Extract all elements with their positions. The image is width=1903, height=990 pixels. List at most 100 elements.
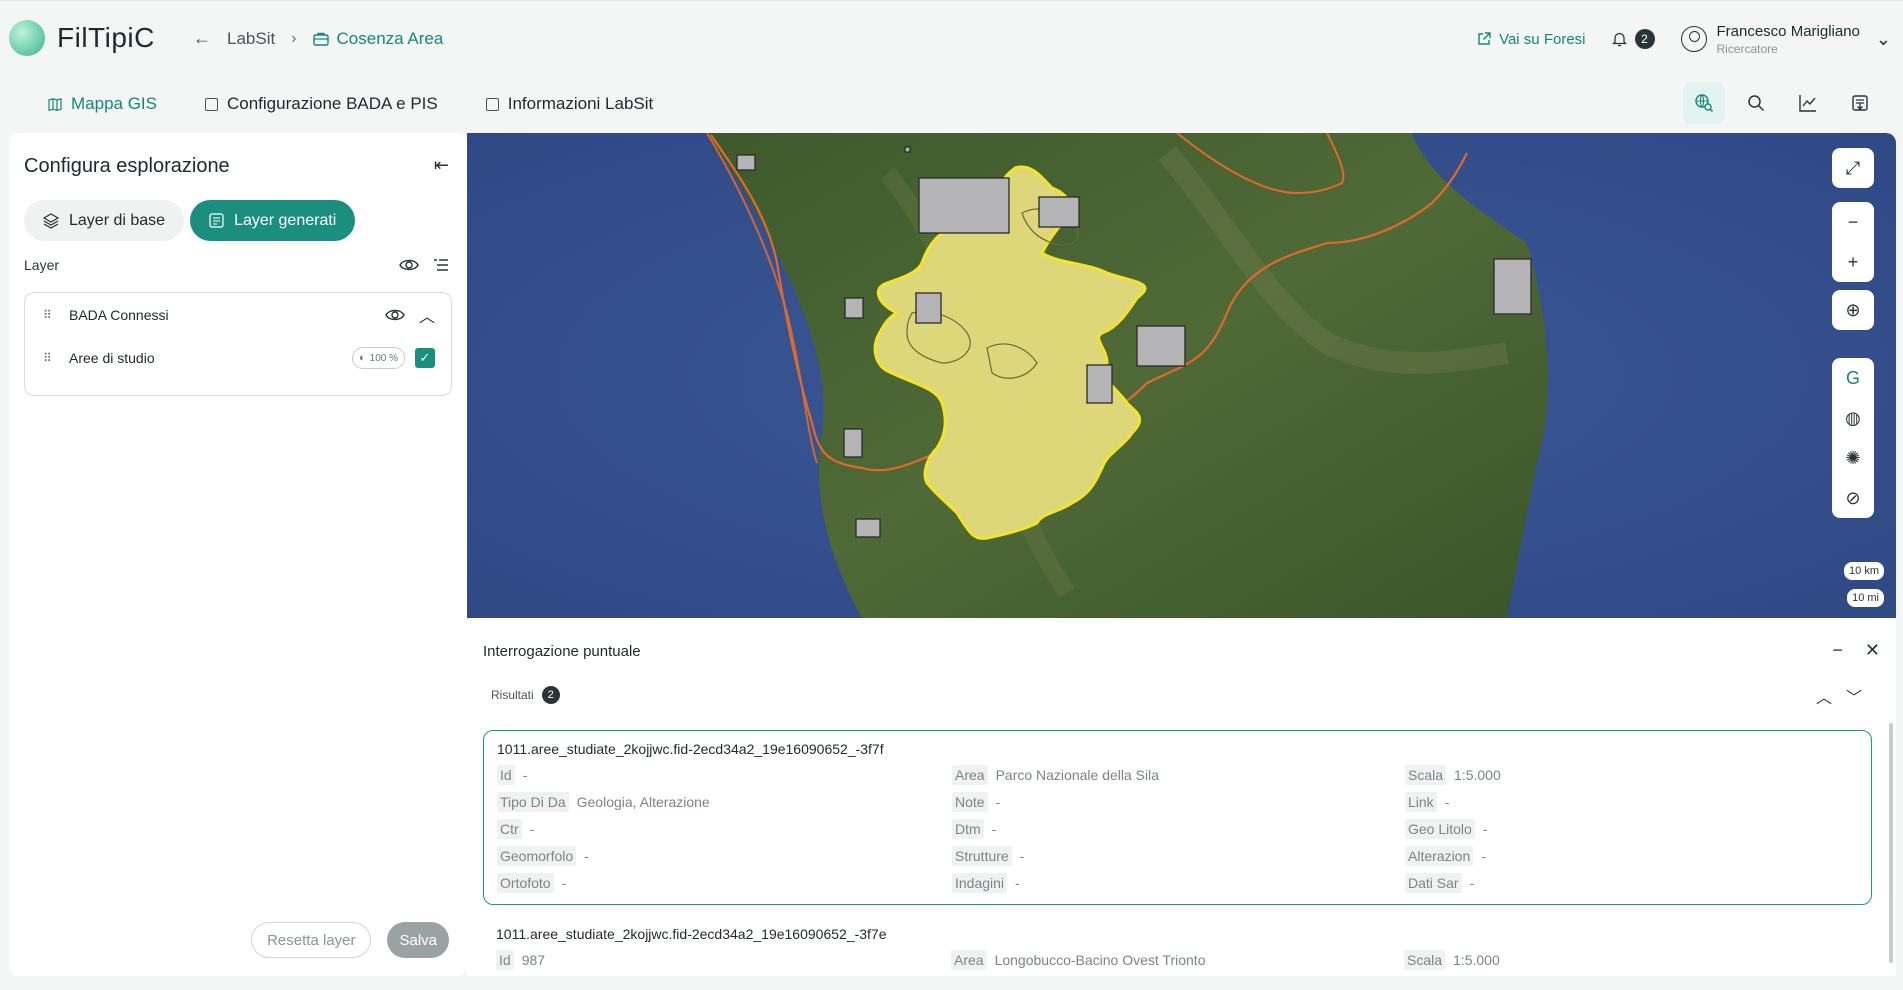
panel-scrollbar[interactable] — [1889, 723, 1893, 963]
field: Dati Sar - — [1405, 872, 1858, 894]
bada-rect[interactable] — [1493, 258, 1532, 315]
sidebar-title: Configura esplorazione — [24, 155, 230, 177]
field: Geomorfolo - — [497, 845, 952, 867]
layer-header-actions — [399, 258, 449, 272]
drag-handle-icon[interactable]: ⠿ — [43, 351, 57, 365]
layers-circle-icon[interactable]: ✺ — [1832, 438, 1874, 478]
segment-base-layers[interactable]: Layer di base — [24, 200, 185, 241]
tab-label: Mappa GIS — [71, 94, 157, 113]
breadcrumb-current-label: Cosenza Area — [336, 28, 444, 48]
field-value: - — [1469, 875, 1475, 891]
bada-rect[interactable] — [843, 428, 863, 458]
field-value: - — [1444, 794, 1450, 810]
field: Area Longobucco-Bacino Ovest Trionto — [951, 949, 1404, 971]
app-logo[interactable]: FilTipiC — [9, 20, 155, 56]
fullscreen-icon[interactable]: ⤢ — [1832, 148, 1874, 188]
close-icon[interactable]: ✕ — [1865, 640, 1880, 661]
field: Scala 1:5.000 — [1405, 764, 1858, 786]
minimize-icon[interactable]: − — [1832, 640, 1843, 661]
field: Tipo Di Da Geologia, Alterazione — [497, 791, 952, 813]
config-sidebar: Configura esplorazione ⇤ Layer di base L… — [9, 133, 467, 976]
collapse-sidebar-icon[interactable]: ⇤ — [434, 155, 449, 176]
field-key: Indagini — [952, 873, 1008, 893]
breadcrumb-current[interactable]: Cosenza Area — [312, 28, 444, 49]
bada-rect[interactable] — [855, 518, 881, 538]
result-card[interactable]: 1011.aree_studiate_2kojjwc.fid-2ecd34a2_… — [483, 916, 1872, 976]
bada-rect[interactable] — [1086, 364, 1113, 404]
layer-header: Layer — [24, 257, 449, 273]
top-bar: FilTipiC ← LabSit › Cosenza Area Vai su … — [0, 0, 1903, 128]
opacity-control[interactable]: ◐ 100 % — [351, 347, 405, 369]
reset-layers-button[interactable]: Resetta layer — [251, 922, 372, 958]
back-arrow-icon[interactable]: ← — [193, 28, 211, 49]
opacity-icon: ◐ — [358, 352, 366, 364]
chevron-right-icon: › — [291, 29, 297, 47]
chevron-up-icon[interactable]: ︿ — [419, 303, 435, 327]
map-view[interactable]: ⤢ − + ⊕ G ◍ ✺ ⊘ 10 km 10 mi — [467, 133, 1896, 618]
field-value: - — [561, 875, 567, 891]
user-menu[interactable]: Francesco Marigliano Ricercatore ⌄ — [1680, 23, 1891, 56]
zoom-out-icon[interactable]: − — [1832, 202, 1874, 242]
segment-generated-layers[interactable]: Layer generati — [190, 200, 356, 241]
field-value: Geologia, Alterazione — [576, 794, 710, 810]
result-id: 1011.aree_studiate_2kojjwc.fid-2ecd34a2_… — [496, 926, 887, 942]
scale-mi: 10 mi — [1847, 589, 1884, 607]
point-query-tool[interactable] — [1683, 82, 1725, 124]
field-value: - — [991, 821, 997, 837]
field: Note - — [952, 791, 1405, 813]
query-panel: Interrogazione puntuale − ✕ Risultati 2 … — [467, 618, 1896, 976]
field: Scala 1:5.000 — [1404, 949, 1859, 971]
bada-rect[interactable] — [918, 177, 1010, 234]
bada-rect[interactable] — [736, 154, 756, 171]
bada-rect[interactable] — [904, 146, 911, 153]
field-key: Ortofoto — [497, 873, 554, 893]
database-export-icon — [1852, 95, 1868, 111]
provider-control: G ◍ ✺ ⊘ — [1832, 358, 1874, 518]
external-link[interactable]: Vai su Foresi — [1477, 31, 1586, 48]
tab-configurazione[interactable]: Configurazione BADA e PIS — [205, 94, 438, 114]
chevron-down-icon[interactable]: ﹀ — [1846, 684, 1862, 708]
layer-row[interactable]: ⠿ Aree di studio ◐ 100 % ✓ — [43, 346, 435, 370]
field-key: Geomorfolo — [497, 846, 577, 866]
drag-handle-icon[interactable]: ⠿ — [43, 308, 57, 322]
tab-mappa-gis[interactable]: Mappa GIS — [48, 94, 157, 114]
satellite-map[interactable] — [467, 133, 1896, 618]
group-actions: ︿ — [385, 303, 435, 327]
notifications-button[interactable]: 2 — [1611, 29, 1655, 49]
field: Ortofoto - — [497, 872, 952, 894]
chevron-up-icon[interactable]: ︿ — [1816, 684, 1832, 708]
globe-icon[interactable]: ◍ — [1832, 398, 1874, 438]
sidebar-footer: Resetta layer Salva — [251, 922, 449, 958]
document-icon — [485, 97, 499, 111]
layer-visible-checkbox[interactable]: ✓ — [415, 348, 435, 368]
list-order-icon[interactable] — [433, 258, 449, 272]
save-button[interactable]: Salva — [387, 922, 449, 958]
chart-tool[interactable] — [1787, 82, 1829, 124]
google-icon[interactable]: G — [1832, 358, 1874, 398]
bada-rect[interactable] — [1136, 325, 1186, 367]
eye-icon[interactable] — [385, 308, 405, 322]
layer-group-row[interactable]: ⠿ BADA Connessi ︿ — [43, 303, 435, 327]
no-image-icon[interactable]: ⊘ — [1832, 478, 1874, 518]
export-tool[interactable] — [1839, 82, 1881, 124]
field: Strutture - — [952, 845, 1405, 867]
locate-control: ⊕ — [1832, 290, 1874, 330]
land-area — [707, 133, 1548, 618]
layer-segment-control: Layer di base Layer generati — [24, 200, 356, 241]
bada-rect[interactable] — [915, 292, 942, 324]
field-key: Area — [951, 950, 987, 970]
bada-rect[interactable] — [844, 297, 864, 319]
eye-icon[interactable] — [399, 258, 419, 272]
crosshair-icon[interactable]: ⊕ — [1832, 290, 1874, 330]
field-value: - — [522, 767, 528, 783]
search-icon — [1748, 95, 1765, 112]
result-card[interactable]: 1011.aree_studiate_2kojjwc.fid-2ecd34a2_… — [483, 730, 1872, 905]
segment-label: Layer generati — [234, 211, 337, 229]
user-role: Ricercatore — [1716, 41, 1778, 56]
tab-informazioni[interactable]: Informazioni LabSit — [485, 94, 653, 114]
breadcrumb-parent[interactable]: LabSit — [227, 29, 275, 49]
bada-rect[interactable] — [1038, 196, 1080, 228]
zoom-control: − + — [1832, 202, 1874, 282]
zoom-in-icon[interactable]: + — [1832, 242, 1874, 282]
search-tool[interactable] — [1735, 82, 1777, 124]
